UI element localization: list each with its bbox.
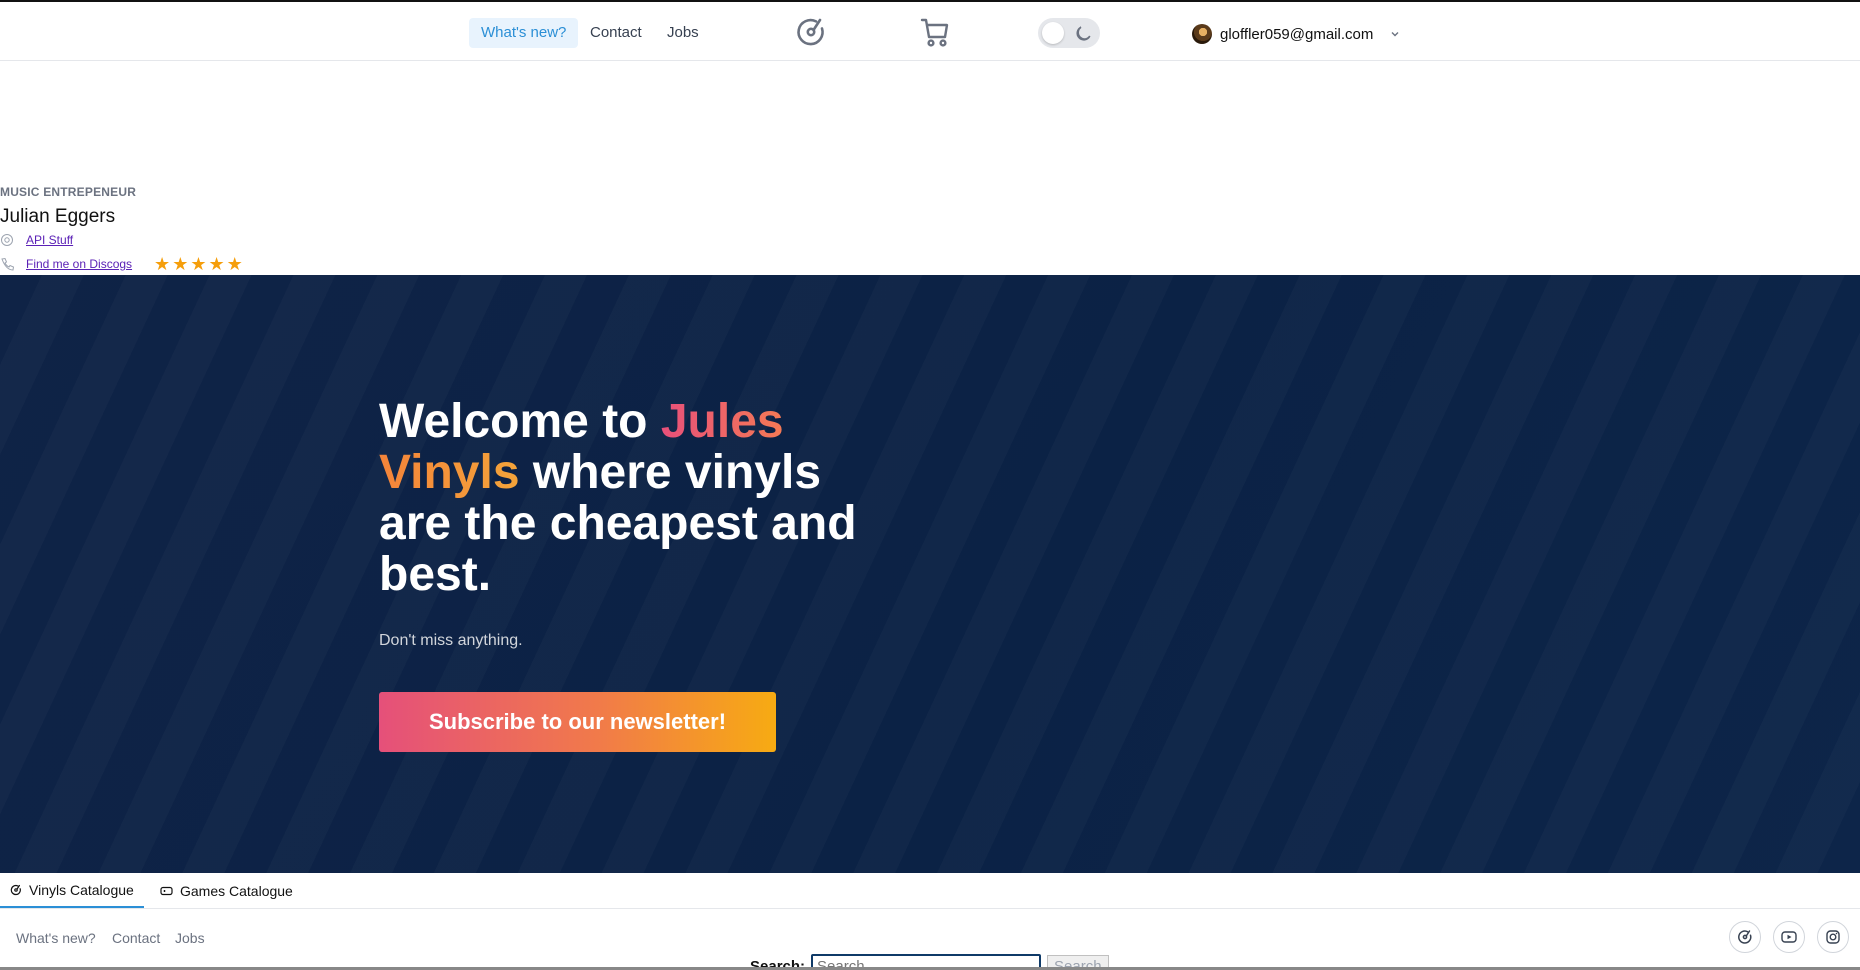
- hero-title-prefix: Welcome to: [379, 395, 661, 448]
- toggle-knob: [1042, 22, 1064, 44]
- subscribe-newsletter-button[interactable]: Subscribe to our newsletter!: [379, 692, 776, 752]
- tab-vinyls-catalogue[interactable]: Vinyls Catalogue: [0, 873, 144, 908]
- moon-icon: [1076, 26, 1091, 41]
- vinyl-logo-icon[interactable]: [795, 16, 827, 53]
- instagram-icon[interactable]: [1817, 921, 1849, 953]
- tab-games-catalogue[interactable]: Games Catalogue: [150, 873, 303, 908]
- hero-background-pattern: [0, 275, 1860, 873]
- hero-banner: Welcome to Jules Vinyls where vinyls are…: [0, 275, 1860, 873]
- hero-brand-jules: Jules: [660, 395, 784, 448]
- phone-icon: [1, 257, 15, 271]
- at-icon: [1, 234, 13, 246]
- profile-api-row: API Stuff: [0, 233, 73, 247]
- cart-icon[interactable]: [920, 16, 950, 53]
- profile-name: Julian Eggers: [0, 206, 116, 227]
- gamepad-icon: [160, 886, 173, 895]
- user-email: gloffler059@gmail.com: [1220, 25, 1374, 43]
- profile-role: MUSIC ENTREPENEUR: [0, 185, 137, 199]
- rating-stars: ★ ★ ★ ★ ★: [154, 254, 243, 274]
- star-icon: ★: [208, 254, 225, 274]
- dark-mode-toggle[interactable]: [1038, 18, 1100, 48]
- tab-label: Games Catalogue: [180, 882, 293, 899]
- footer: What's new? Contact Jobs Search: Search: [0, 909, 1860, 970]
- hero-subtitle: Don't miss anything.: [379, 632, 523, 649]
- profile-discogs-row: Find me on Discogs ★ ★ ★ ★ ★: [0, 254, 243, 274]
- nav-whats-new[interactable]: What's new?: [469, 18, 579, 48]
- chevron-down-icon: [1391, 32, 1399, 37]
- footer-jobs-link[interactable]: Jobs: [175, 930, 205, 946]
- nav-contact[interactable]: Contact: [578, 18, 654, 48]
- star-icon: ★: [226, 254, 243, 274]
- vinyl-social-icon[interactable]: [1729, 921, 1761, 953]
- avatar: [1192, 24, 1212, 44]
- hero-brand-vinyls: Vinyls: [379, 446, 520, 499]
- tab-label: Vinyls Catalogue: [29, 881, 134, 898]
- user-menu[interactable]: gloffler059@gmail.com: [1192, 22, 1401, 46]
- discogs-link[interactable]: Find me on Discogs: [26, 257, 132, 271]
- youtube-icon[interactable]: [1773, 921, 1805, 953]
- star-icon: ★: [172, 254, 189, 274]
- api-stuff-link[interactable]: API Stuff: [26, 233, 73, 247]
- nav-jobs[interactable]: Jobs: [655, 18, 711, 48]
- star-icon: ★: [154, 254, 171, 274]
- star-icon: ★: [190, 254, 207, 274]
- footer-contact-link[interactable]: Contact: [112, 930, 160, 946]
- top-navbar: What's new? Contact Jobs gloffler059@gma…: [0, 2, 1860, 61]
- hero-title: Welcome to Jules Vinyls where vinyls are…: [379, 396, 899, 600]
- vinyl-icon: [10, 884, 21, 895]
- catalogue-tabs: Vinyls Catalogue Games Catalogue: [0, 873, 1860, 909]
- footer-whats-new-link[interactable]: What's new?: [16, 930, 96, 946]
